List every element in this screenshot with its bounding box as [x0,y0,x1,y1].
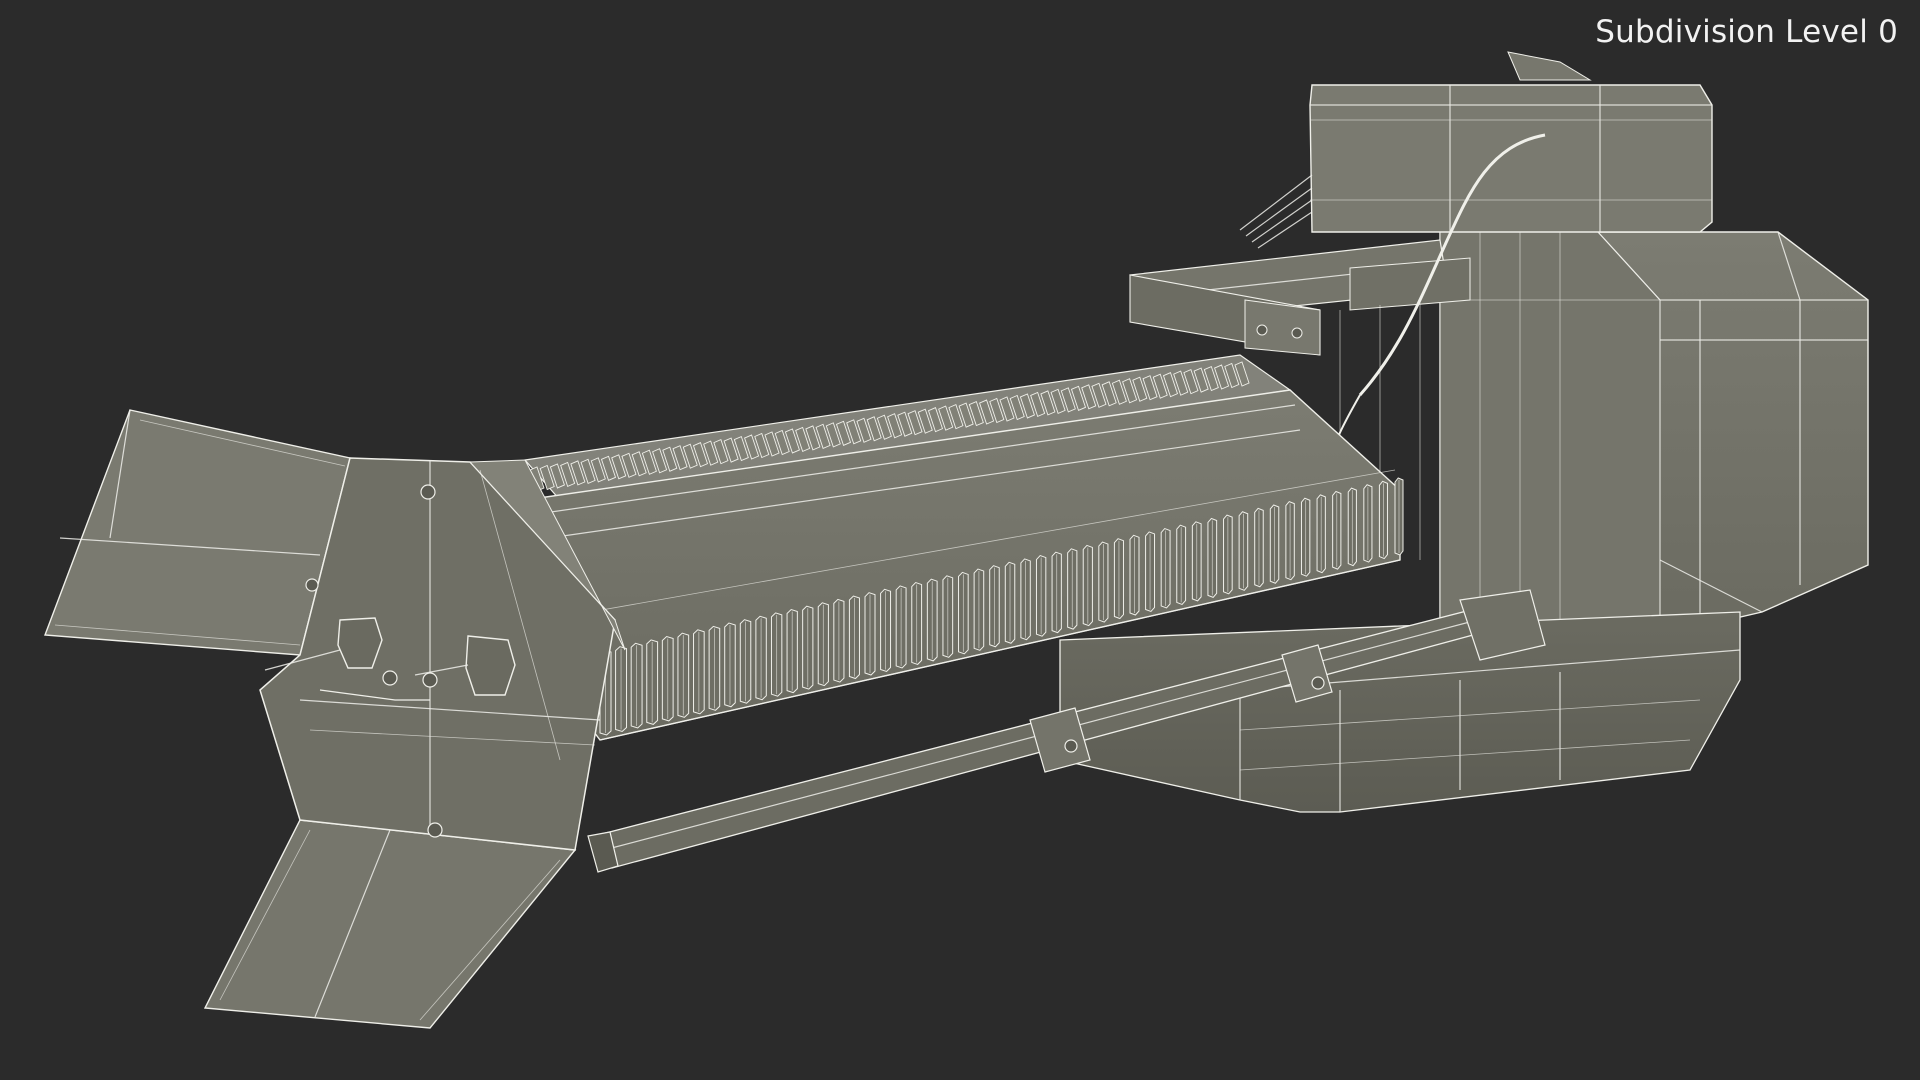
cooling-fin [1332,490,1342,570]
cooling-fin [770,612,783,697]
cooling-fin [848,595,860,680]
cooling-fin [989,565,1000,648]
cooling-fin [1394,477,1404,556]
3d-viewport[interactable]: Subdivision Level 0 [0,0,1920,1080]
cooling-fin [958,571,969,655]
cooling-fin [1098,541,1109,623]
upper-control-box [1239,51,1713,249]
subdivision-level-label: Subdivision Level 0 [1595,14,1898,50]
cooling-fin [973,568,985,651]
cooling-fin [1176,524,1187,606]
cooling-fin [693,629,705,715]
cooling-fin [880,588,892,673]
cooling-fin [817,602,829,687]
cooling-fin [926,578,938,662]
cooling-fin [864,592,876,676]
cooling-fin [1378,480,1388,560]
cooling-fin [895,585,907,669]
cooling-fin [1363,484,1373,563]
cooling-fin [1004,561,1016,644]
cooling-fin [661,635,674,722]
cooling-fin [1113,538,1124,620]
cooling-fin [739,619,752,704]
cooling-fin [802,605,814,690]
wireframe-model-render [44,51,1869,1029]
cooling-fin [833,598,845,683]
cooling-fin [708,625,721,711]
cooling-fin [1129,534,1140,616]
cooling-fin [1051,551,1062,634]
cooling-fin [786,608,798,694]
cooling-fin [1035,554,1047,637]
motor-housing [1439,231,1869,651]
cooling-fin [1316,494,1326,574]
cooling-fin [1207,517,1218,598]
cooling-fin [677,632,690,718]
cooling-fin [942,575,954,658]
cooling-fin [630,642,643,729]
cooling-fin [1347,487,1357,567]
cooling-fin [1160,527,1171,609]
cooling-fin [1285,501,1295,581]
cooling-fin [1223,514,1233,595]
cooling-fin [1020,558,1031,641]
cooling-fin [1254,507,1264,588]
cooling-fin [911,581,923,665]
left-intake-chute [44,409,626,1029]
cooling-fin [646,639,659,725]
cooling-fin [1269,504,1280,584]
cooling-fin [1082,544,1093,627]
cooling-fin [1067,548,1078,630]
cooling-fin [724,622,736,708]
cooling-fin [1300,497,1311,577]
cooling-fin [1238,511,1249,591]
cooling-fin [1145,531,1156,613]
cooling-fin [615,646,628,733]
cooling-fin [755,615,767,701]
cooling-fin [1191,521,1202,602]
